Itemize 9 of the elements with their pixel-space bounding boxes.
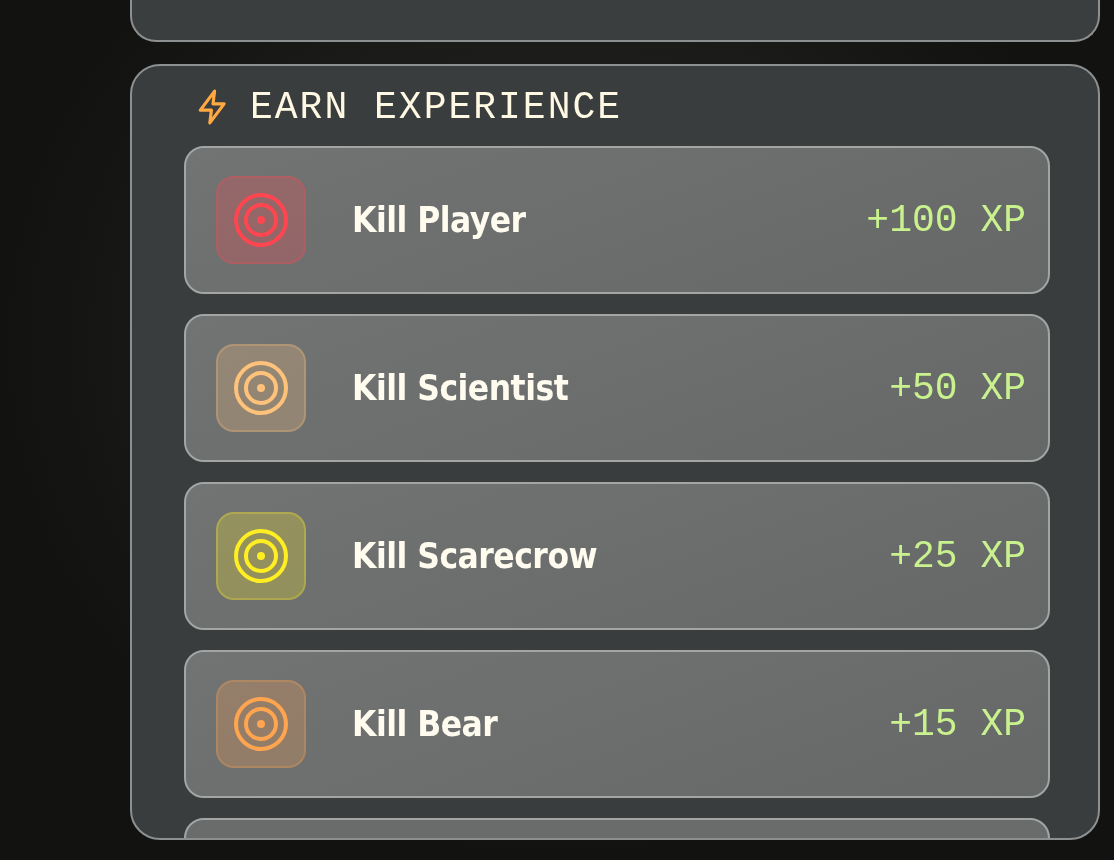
- task-label: Kill Scientist: [352, 368, 570, 408]
- xp-reward: +100 XP: [866, 198, 1026, 242]
- xp-reward: +15 XP: [889, 702, 1026, 746]
- task-label: Kill Bear: [352, 704, 499, 744]
- xp-reward: +50 XP: [889, 366, 1026, 410]
- task-label: Kill Player: [352, 200, 527, 240]
- xp-reward: +25 XP: [889, 534, 1026, 578]
- task-label: Kill Scarecrow: [352, 536, 599, 576]
- section-title: EARN EXPERIENCE: [250, 85, 623, 129]
